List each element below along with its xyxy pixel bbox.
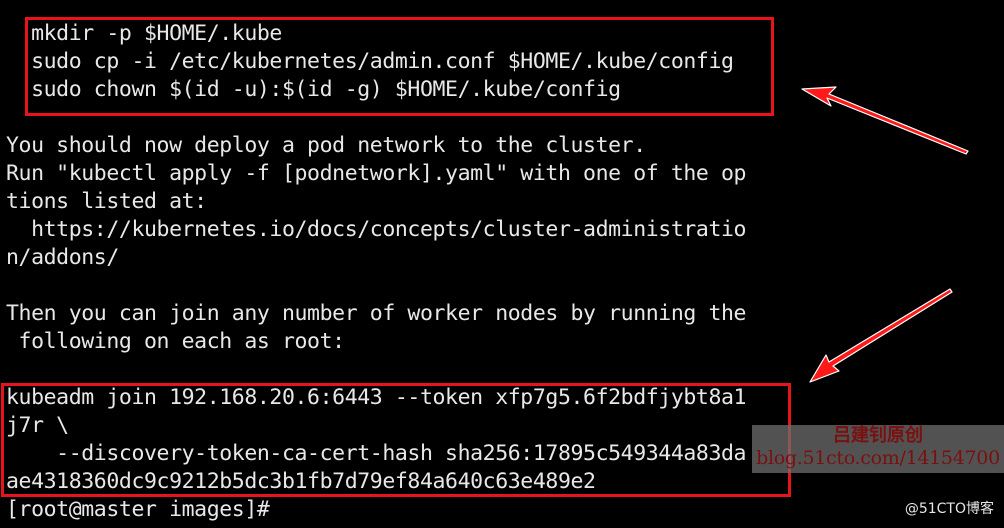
shell-prompt[interactable]: [root@master images]# <box>6 496 270 524</box>
terminal-line: n/addons/ <box>6 245 119 270</box>
terminal-line: https://kubernetes.io/docs/concepts/clus… <box>6 217 747 242</box>
watermark-url: blog.51cto.com/14154700 <box>756 447 1000 469</box>
terminal-line: Run "kubectl apply -f [podnetwork].yaml"… <box>6 161 747 186</box>
arrow-to-join-command-icon <box>809 288 953 383</box>
arrow-to-config-commands-icon <box>801 86 969 155</box>
site-credit: @51CTO博客 <box>904 501 994 517</box>
watermark: 吕建钊原创 blog.51cto.com/14154700 <box>752 425 1004 473</box>
watermark-author: 吕建钊原创 <box>833 425 923 446</box>
highlight-box-kubeadm-join-command <box>1 383 791 497</box>
terminal-line: You should now deploy a pod network to t… <box>6 133 646 158</box>
highlight-box-kube-config-commands <box>25 17 774 116</box>
terminal-line: tions listed at: <box>6 189 207 214</box>
terminal-line: following on each as root: <box>6 329 346 354</box>
terminal-line: Then you can join any number of worker n… <box>6 301 747 326</box>
